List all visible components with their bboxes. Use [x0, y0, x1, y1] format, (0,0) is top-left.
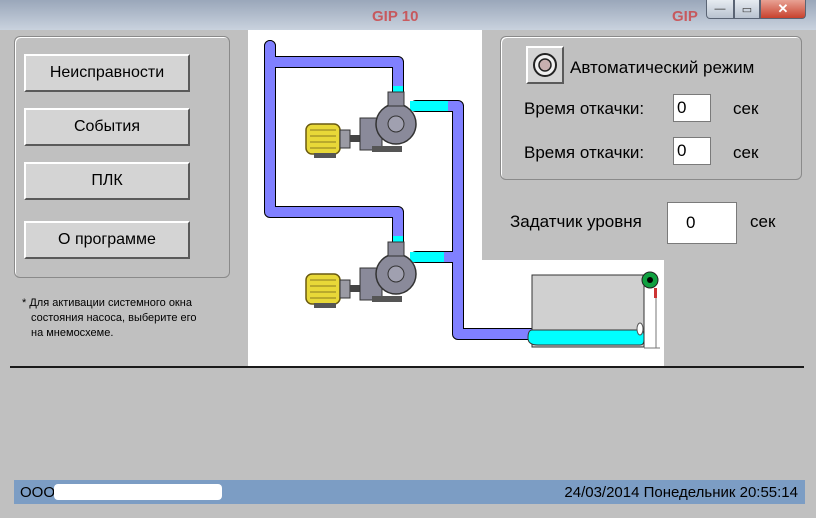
close-glyph: ✕: [777, 1, 789, 16]
close-icon[interactable]: ✕: [760, 0, 806, 19]
level-setter-unit: сек: [750, 212, 776, 231]
level-setter-input[interactable]: 0: [667, 202, 737, 244]
hint-line-3: на мнемосхеме.: [31, 327, 114, 339]
level-setter-label: Задатчик уровня: [510, 212, 642, 231]
pump-time-unit-1: сек: [733, 99, 759, 118]
pump-time-input-1[interactable]: 0: [673, 94, 711, 122]
minimize-glyph: —: [714, 3, 726, 15]
pump-time-unit-2: сек: [733, 143, 759, 162]
hint-line-1: * Для активации системного окна: [22, 297, 192, 309]
plc-button[interactable]: ПЛК: [24, 162, 190, 200]
pump-time-input-2[interactable]: 0: [673, 137, 711, 165]
auto-mode-icon: [533, 53, 557, 77]
about-button[interactable]: О программе: [24, 221, 190, 259]
hint-text: * Для активации системного окна состояни…: [22, 296, 237, 341]
auto-mode-button[interactable]: [526, 46, 564, 84]
hint-line-2: состояния насоса, выберите его: [31, 312, 197, 324]
events-button[interactable]: События: [24, 108, 190, 146]
separator-line: [10, 366, 804, 368]
auto-mode-title: Автоматический режим: [570, 58, 755, 77]
window-controls: — ▭ ✕: [706, 0, 806, 19]
datetime-label: 24/03/2014 Понедельник 20:55:14: [564, 484, 798, 501]
pump-time-label-2: Время откачки:: [524, 143, 645, 162]
minimize-icon[interactable]: —: [706, 0, 734, 19]
redacted-area: [54, 484, 222, 500]
status-bar: ООО 24/03/2014 Понедельник 20:55:14: [14, 480, 805, 504]
title-bar: GIP 10 GIP — ▭ ✕: [0, 0, 816, 30]
maximize-icon[interactable]: ▭: [734, 0, 760, 19]
background-label-1: GIP 10: [372, 8, 419, 25]
pump-time-label-1: Время откачки:: [524, 99, 645, 118]
faults-button[interactable]: Неисправности: [24, 54, 190, 92]
company-name: ООО: [20, 484, 56, 501]
maximize-glyph: ▭: [741, 3, 753, 16]
level-sensor-icon[interactable]: [641, 271, 659, 289]
background-label-2: GIP: [672, 8, 698, 25]
